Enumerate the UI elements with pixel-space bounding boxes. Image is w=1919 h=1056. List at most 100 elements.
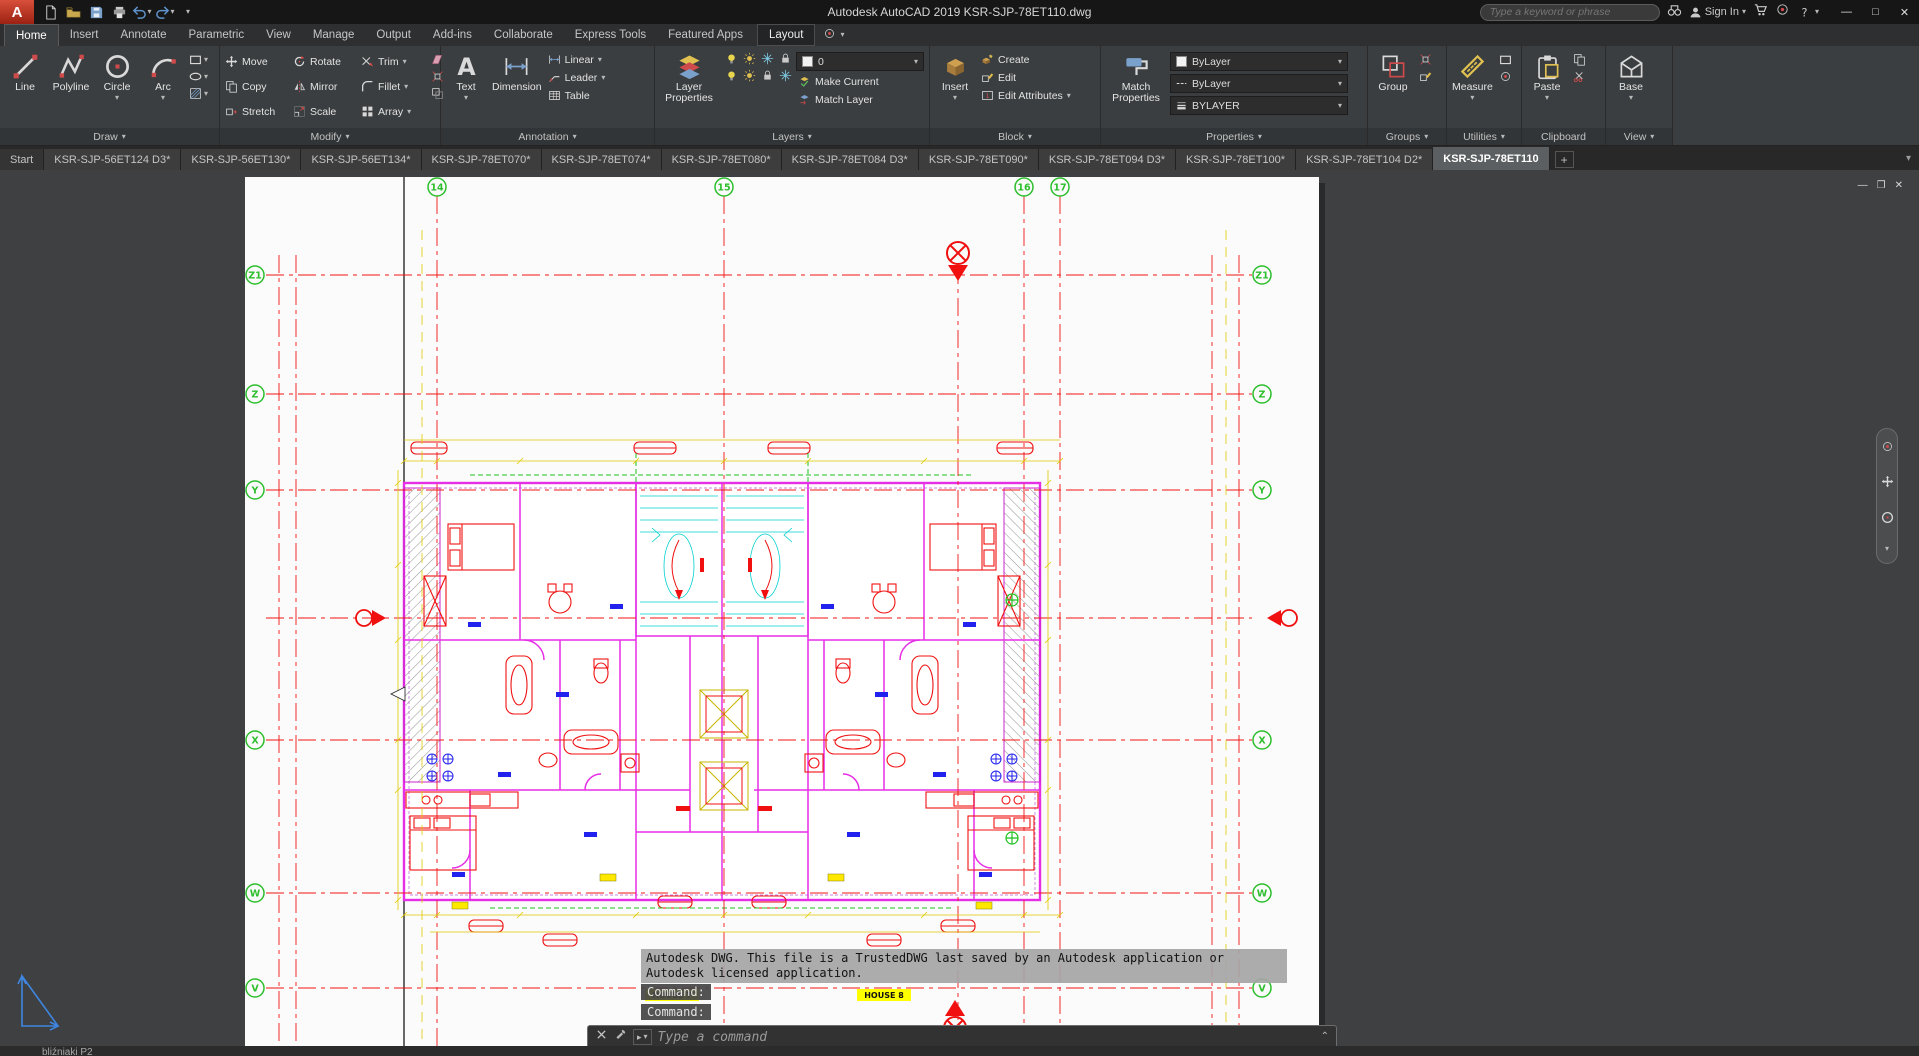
group-edit-icon[interactable] bbox=[1419, 70, 1432, 83]
tab-home[interactable]: Home bbox=[4, 24, 59, 46]
file-tab[interactable]: KSR-SJP-78ET070* bbox=[421, 149, 542, 170]
panel-label-view[interactable]: View ▾ bbox=[1606, 128, 1672, 145]
file-tab[interactable]: KSR-SJP-56ET124 D3* bbox=[44, 149, 182, 170]
ribbon-state-icon[interactable] bbox=[823, 27, 836, 43]
lineweight-dropdown[interactable]: BYLAYER ▾ bbox=[1170, 96, 1348, 115]
mirror-button[interactable]: Mirror bbox=[291, 79, 359, 94]
group-button[interactable]: Group bbox=[1371, 49, 1415, 128]
linetype-dropdown[interactable]: ByLayer ▾ bbox=[1170, 74, 1348, 93]
id-point-icon[interactable] bbox=[1499, 70, 1512, 83]
layer-freeze-icon[interactable] bbox=[761, 52, 774, 70]
paste-button[interactable]: Paste ▾ bbox=[1525, 49, 1569, 128]
line-button[interactable]: Line bbox=[3, 49, 47, 128]
edit-block-button[interactable]: Edit bbox=[979, 70, 1073, 85]
ungroup-icon[interactable] bbox=[1419, 53, 1432, 66]
trim-button[interactable]: Trim ▾ bbox=[359, 54, 427, 69]
table-button[interactable]: Table bbox=[546, 88, 608, 103]
ribbon-collapse-icon[interactable]: ▾ bbox=[840, 31, 844, 39]
layer-properties-button[interactable]: Layer Properties bbox=[658, 49, 720, 128]
object-color-dropdown[interactable]: ByLayer ▾ bbox=[1170, 52, 1348, 71]
file-tab-active[interactable]: KSR-SJP-78ET110 bbox=[1433, 147, 1550, 170]
open-file-button[interactable] bbox=[62, 2, 84, 22]
zoom-icon[interactable] bbox=[1881, 511, 1894, 524]
doc-restore-button[interactable]: ❐ bbox=[1877, 180, 1886, 191]
command-expand-icon[interactable]: ⌃ bbox=[1321, 1032, 1329, 1042]
rotate-button[interactable]: Rotate bbox=[291, 54, 359, 69]
fillet-button[interactable]: Fillet ▾ bbox=[359, 79, 427, 94]
command-close-icon[interactable] bbox=[595, 1028, 608, 1046]
layer-lock-icon[interactable] bbox=[779, 52, 792, 70]
command-input[interactable] bbox=[657, 1029, 1315, 1045]
panel-label-utilities[interactable]: Utilities ▾ bbox=[1447, 128, 1521, 145]
command-bar[interactable]: ▸▾ ⌃ bbox=[587, 1025, 1337, 1046]
help-icon[interactable]: ▾ bbox=[1797, 5, 1819, 20]
make-current-button[interactable]: Make Current bbox=[796, 74, 924, 89]
dimension-button[interactable]: Dimension bbox=[490, 49, 544, 128]
command-customize-icon[interactable] bbox=[614, 1028, 627, 1046]
file-tab[interactable]: KSR-SJP-78ET084 D3* bbox=[781, 149, 919, 170]
drawing-canvas[interactable]: 14 15 16 17 Z1 Z Y X W V Z1 Z Y X W V HO… bbox=[0, 170, 1919, 1046]
tab-view[interactable]: View bbox=[255, 24, 302, 46]
tab-parametric[interactable]: Parametric bbox=[178, 24, 256, 46]
layer-isolate-icon[interactable] bbox=[743, 52, 756, 70]
panel-label-modify[interactable]: Modify ▾ bbox=[220, 128, 440, 145]
save-button[interactable] bbox=[85, 2, 107, 22]
tab-annotate[interactable]: Annotate bbox=[109, 24, 177, 46]
layout-tab-label[interactable]: bliźniaki P2 bbox=[42, 1047, 93, 1056]
tab-express-tools[interactable]: Express Tools bbox=[564, 24, 657, 46]
close-button[interactable]: ✕ bbox=[1890, 0, 1919, 24]
signin-button[interactable]: Sign In ▾ bbox=[1689, 6, 1746, 19]
arc-button[interactable]: Arc ▾ bbox=[141, 49, 185, 128]
redo-button[interactable]: ▾ bbox=[154, 2, 176, 22]
command-recent-icon[interactable]: ▸ ▾ bbox=[633, 1029, 652, 1045]
copy-clip-icon[interactable] bbox=[1573, 53, 1586, 66]
plot-button[interactable] bbox=[108, 2, 130, 22]
ellipse-button[interactable]: ▾ bbox=[189, 70, 208, 83]
undo-button[interactable]: ▾ bbox=[131, 2, 153, 22]
scale-button[interactable]: Scale bbox=[291, 104, 359, 119]
tab-addins[interactable]: Add-ins bbox=[422, 24, 483, 46]
autodesk-account-icon[interactable] bbox=[1775, 2, 1790, 22]
layer-unisolate-icon[interactable] bbox=[725, 69, 738, 87]
stretch-button[interactable]: Stretch bbox=[223, 104, 291, 119]
circle-button[interactable]: Circle ▾ bbox=[95, 49, 139, 128]
tab-layout[interactable]: Layout bbox=[756, 24, 816, 46]
hatch-button[interactable]: ▾ bbox=[189, 87, 208, 100]
file-tab[interactable]: KSR-SJP-78ET090* bbox=[918, 149, 1039, 170]
tab-manage[interactable]: Manage bbox=[302, 24, 366, 46]
move-button[interactable]: Move bbox=[223, 54, 291, 69]
qat-customize-button[interactable]: ▾ bbox=[177, 2, 199, 22]
linear-button[interactable]: Linear ▾ bbox=[546, 52, 608, 67]
panel-label-draw[interactable]: Draw ▾ bbox=[0, 128, 219, 145]
panel-label-block[interactable]: Block ▾ bbox=[930, 128, 1100, 145]
match-properties-button[interactable]: Match Properties bbox=[1104, 49, 1168, 128]
file-tab[interactable]: KSR-SJP-78ET104 D2* bbox=[1296, 149, 1434, 170]
tab-featured-apps[interactable]: Featured Apps bbox=[657, 24, 754, 46]
copy-button[interactable]: Copy bbox=[223, 79, 291, 94]
layer-off-icon[interactable] bbox=[725, 52, 738, 70]
tab-output[interactable]: Output bbox=[365, 24, 422, 46]
file-tab[interactable]: KSR-SJP-78ET100* bbox=[1176, 149, 1297, 170]
new-tab-button[interactable]: + bbox=[1554, 151, 1574, 168]
navbar-more-icon[interactable]: ▾ bbox=[1885, 544, 1889, 552]
panel-label-annotation[interactable]: Annotation ▾ bbox=[441, 128, 654, 145]
minimize-button[interactable]: — bbox=[1832, 0, 1861, 24]
layer-thaw-icon[interactable] bbox=[743, 69, 756, 87]
rectangle-button[interactable]: ▾ bbox=[189, 53, 208, 66]
tab-insert[interactable]: Insert bbox=[59, 24, 110, 46]
tab-collaborate[interactable]: Collaborate bbox=[483, 24, 564, 46]
array-button[interactable]: Array ▾ bbox=[359, 104, 427, 119]
cut-icon[interactable] bbox=[1573, 70, 1586, 83]
base-view-button[interactable]: Base ▾ bbox=[1609, 49, 1653, 128]
steering-wheel-icon[interactable] bbox=[1881, 440, 1894, 453]
maximize-button[interactable]: □ bbox=[1861, 0, 1890, 24]
navigation-bar[interactable]: ▾ bbox=[1876, 428, 1898, 564]
layer-unlock-icon[interactable] bbox=[761, 69, 774, 87]
tab-overflow-icon[interactable]: ▾ bbox=[1906, 153, 1911, 164]
file-tab[interactable]: KSR-SJP-78ET080* bbox=[661, 149, 782, 170]
panel-label-groups[interactable]: Groups ▾ bbox=[1368, 128, 1446, 145]
measure-button[interactable]: Measure ▾ bbox=[1450, 49, 1495, 128]
leader-button[interactable]: Leader ▾ bbox=[546, 70, 608, 85]
file-tab-start[interactable]: Start bbox=[0, 149, 45, 170]
doc-minimize-button[interactable]: — bbox=[1858, 180, 1868, 191]
